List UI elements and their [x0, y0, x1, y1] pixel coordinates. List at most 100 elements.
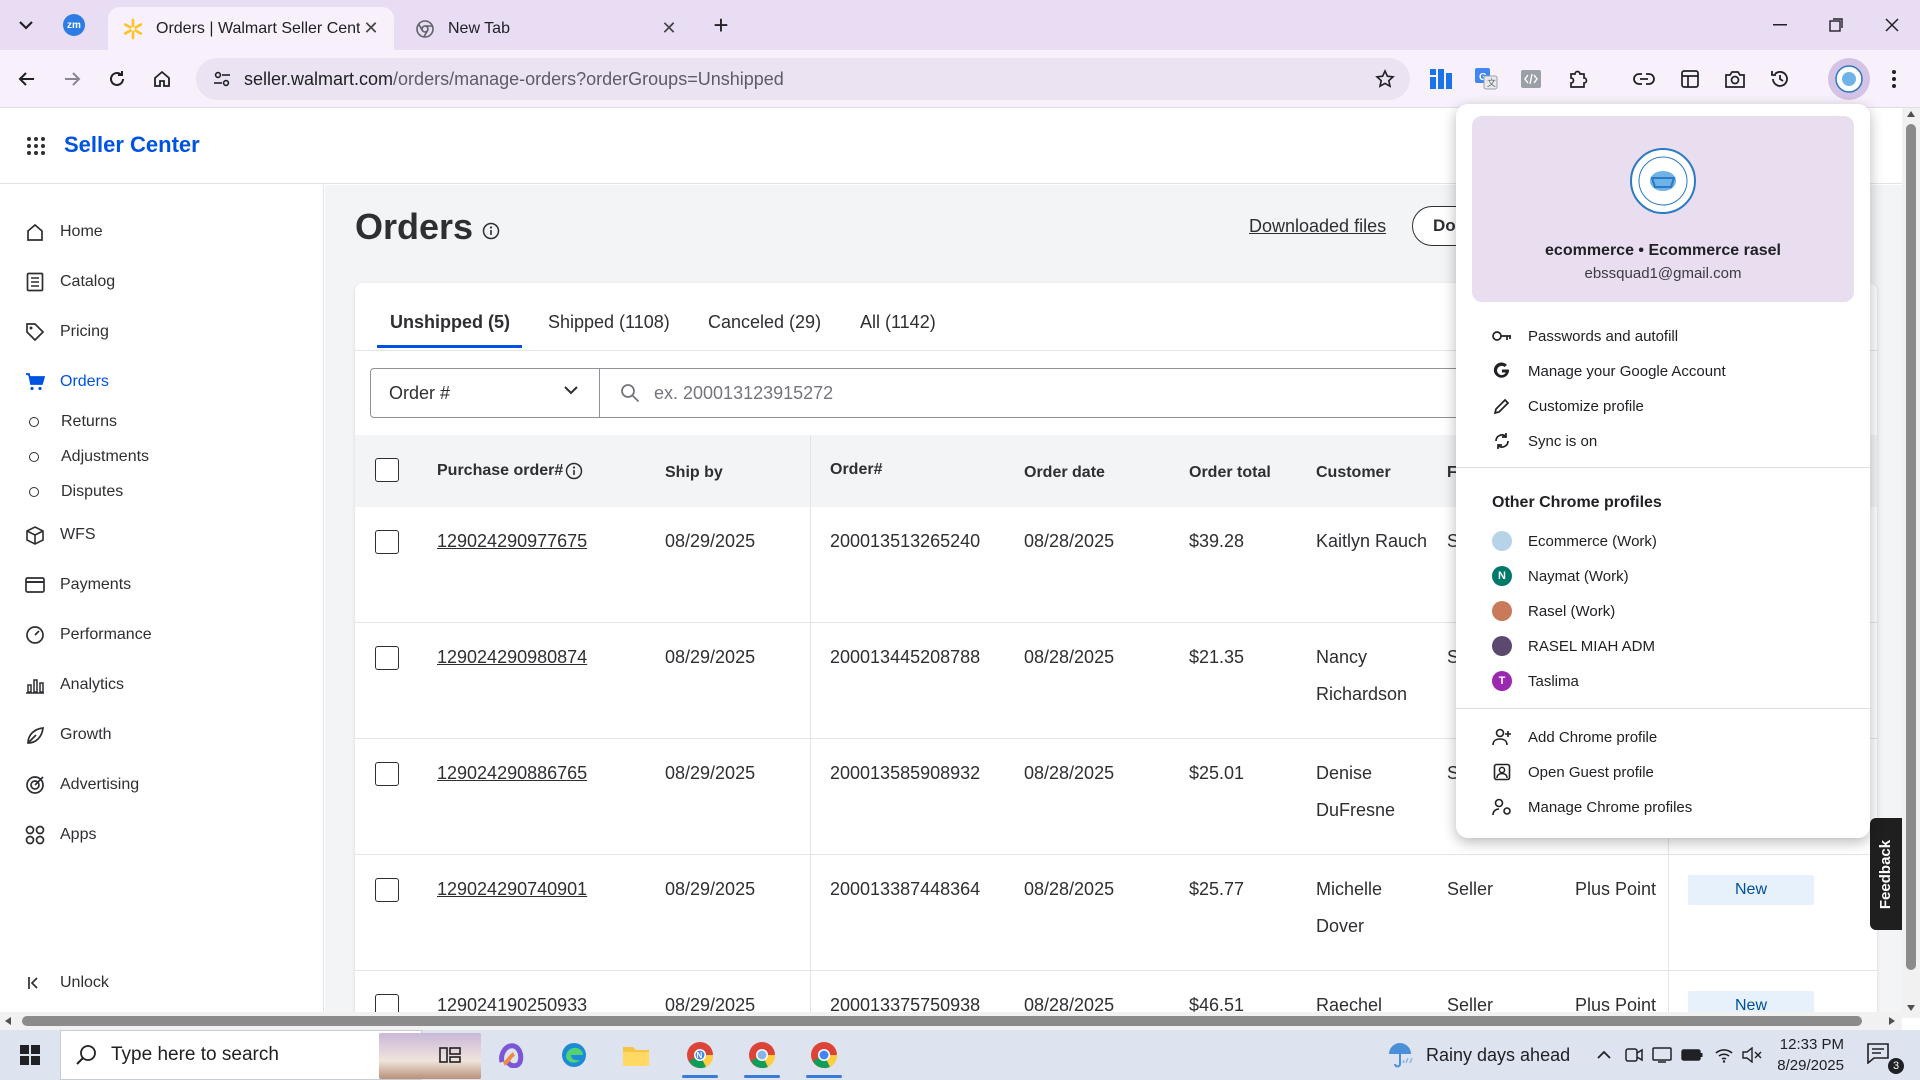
tab-all[interactable]: All (1142)	[860, 312, 936, 333]
nav-catalog[interactable]: Catalog	[0, 262, 324, 302]
home-button[interactable]	[145, 62, 179, 96]
column-order-total[interactable]: Order total	[1189, 464, 1271, 482]
column-purchase-order[interactable]: Purchase order#	[437, 462, 563, 480]
notification-center-icon[interactable]	[1866, 1042, 1890, 1064]
edge-button[interactable]	[546, 1030, 602, 1080]
row-checkbox[interactable]	[375, 530, 399, 554]
chrome-taskbar-3[interactable]	[796, 1030, 852, 1080]
nav-payments[interactable]: Payments	[0, 565, 324, 605]
screenshot-icon[interactable]	[1719, 63, 1751, 95]
profile-naymat-work[interactable]: N Naymat (Work)	[1456, 559, 1870, 593]
select-all-checkbox[interactable]	[375, 458, 399, 482]
task-view-button[interactable]	[422, 1030, 478, 1080]
search-type-select[interactable]: Order #	[370, 368, 600, 418]
copilot-button[interactable]	[484, 1030, 540, 1080]
file-explorer-button[interactable]	[608, 1030, 664, 1080]
scrollbar-thumb[interactable]	[22, 1016, 1862, 1026]
profile-avatar[interactable]	[1630, 148, 1696, 214]
nav-adjustments[interactable]: Adjustments	[0, 440, 324, 474]
nav-disputes[interactable]: Disputes	[0, 475, 324, 509]
site-info-icon[interactable]	[210, 67, 234, 91]
unlock-sidebar-button[interactable]: Unlock	[0, 963, 324, 1003]
tab-canceled[interactable]: Canceled (29)	[708, 312, 821, 333]
address-bar[interactable]: seller.walmart.com/orders/manage-orders?…	[196, 58, 1410, 100]
close-tab-button[interactable]: ✕	[658, 18, 680, 40]
nav-analytics[interactable]: Analytics	[0, 665, 324, 705]
nav-apps[interactable]: Apps	[0, 815, 324, 855]
nav-growth[interactable]: Growth	[0, 715, 324, 755]
seller-center-logo[interactable]: Seller Center	[64, 132, 200, 158]
purchase-order-link[interactable]: 129024290980874	[437, 639, 587, 676]
purchase-order-link[interactable]: 129024290977675	[437, 523, 587, 560]
nav-returns[interactable]: Returns	[0, 405, 324, 439]
tab-new-tab[interactable]: New Tab ✕	[400, 7, 692, 50]
column-order-number[interactable]: Order#	[830, 461, 882, 479]
profile-rasel-miah-adm[interactable]: RASEL MIAH ADM	[1456, 629, 1870, 663]
info-icon[interactable]	[482, 222, 500, 240]
display-icon[interactable]	[1650, 1043, 1674, 1067]
tiles-extension-icon[interactable]	[1425, 63, 1457, 95]
close-tab-button[interactable]: ✕	[360, 18, 382, 40]
chrome-taskbar-1[interactable]: N	[672, 1030, 728, 1080]
forward-button[interactable]	[55, 62, 89, 96]
row-checkbox[interactable]	[375, 762, 399, 786]
column-ship-by[interactable]: Ship by	[665, 464, 723, 482]
menu-passwords-autofill[interactable]: Passwords and autofill	[1456, 319, 1870, 353]
wifi-icon[interactable]	[1712, 1043, 1736, 1067]
tray-overflow-chevron-icon[interactable]	[1592, 1043, 1616, 1067]
google-translate-icon[interactable]: G文	[1470, 63, 1502, 95]
minimize-button[interactable]	[1752, 0, 1808, 50]
weather-widget[interactable]: Rainy days ahead	[1386, 1030, 1570, 1080]
taskbar-clock[interactable]: 12:33 PM 8/29/2025	[1744, 1034, 1844, 1076]
maximize-button[interactable]	[1808, 0, 1864, 50]
column-customer[interactable]: Customer	[1316, 464, 1391, 482]
horizontal-scrollbar[interactable]	[0, 1012, 1902, 1030]
start-button[interactable]	[0, 1030, 60, 1080]
close-window-button[interactable]	[1864, 0, 1920, 50]
reload-button[interactable]	[100, 62, 134, 96]
info-icon[interactable]	[565, 462, 583, 480]
tab-unshipped[interactable]: Unshipped (5)	[390, 312, 510, 333]
profile-ecommerce-work[interactable]: Ecommerce (Work)	[1456, 524, 1870, 558]
tab-orders[interactable]: Orders | Walmart Seller Center ✕	[108, 7, 394, 50]
table-icon[interactable]	[1674, 63, 1706, 95]
menu-manage-google-account[interactable]: Manage your Google Account	[1456, 354, 1870, 388]
tab-search-button[interactable]	[8, 8, 44, 42]
row-checkbox[interactable]	[375, 646, 399, 670]
extensions-puzzle-icon[interactable]	[1562, 63, 1594, 95]
scroll-right-icon[interactable]	[1888, 1016, 1896, 1026]
profile-taslima[interactable]: T Taslima	[1456, 664, 1870, 698]
nav-wfs[interactable]: WFS	[0, 515, 324, 555]
battery-icon[interactable]	[1680, 1043, 1704, 1067]
bookmark-star-icon[interactable]	[1370, 64, 1400, 94]
feedback-button[interactable]: Feedback	[1870, 818, 1902, 930]
chrome-taskbar-2[interactable]	[734, 1030, 790, 1080]
vertical-scrollbar[interactable]	[1902, 108, 1920, 1018]
menu-open-guest-profile[interactable]: Open Guest profile	[1456, 755, 1870, 789]
code-extension-icon[interactable]	[1515, 63, 1547, 95]
purchase-order-link[interactable]: 129024290740901	[437, 871, 587, 908]
nav-home[interactable]: Home	[0, 212, 324, 252]
history-icon[interactable]	[1764, 63, 1796, 95]
nav-pricing[interactable]: Pricing	[0, 312, 324, 352]
link-icon[interactable]	[1628, 63, 1660, 95]
app-grid-icon[interactable]	[26, 136, 46, 156]
purchase-order-link[interactable]: 129024290886765	[437, 755, 587, 792]
meet-icon[interactable]	[1622, 1043, 1646, 1067]
scrollbar-thumb[interactable]	[1906, 124, 1916, 970]
tab-shipped[interactable]: Shipped (1108)	[548, 312, 670, 333]
taskbar-search-box[interactable]: Type here to search	[60, 1030, 481, 1080]
scroll-down-icon[interactable]	[1906, 1004, 1916, 1012]
column-order-date[interactable]: Order date	[1024, 464, 1105, 482]
profile-rasel-work[interactable]: Rasel (Work)	[1456, 594, 1870, 628]
menu-add-chrome-profile[interactable]: Add Chrome profile	[1456, 720, 1870, 754]
nav-performance[interactable]: Performance	[0, 615, 324, 655]
row-checkbox[interactable]	[375, 878, 399, 902]
scroll-left-icon[interactable]	[4, 1016, 12, 1026]
nav-advertising[interactable]: Advertising	[0, 765, 324, 805]
new-tab-button[interactable]: +	[703, 8, 739, 42]
downloaded-files-link[interactable]: Downloaded files	[1249, 216, 1386, 237]
chrome-menu-button[interactable]	[1878, 63, 1910, 95]
zoom-tab-group[interactable]: zm	[56, 8, 92, 42]
back-button[interactable]	[10, 62, 44, 96]
